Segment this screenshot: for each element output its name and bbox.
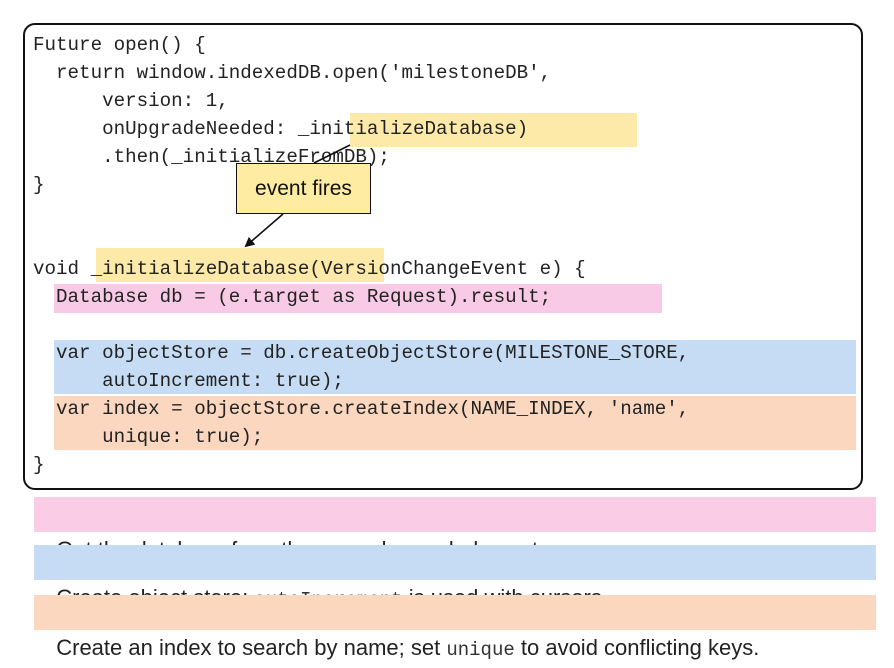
note-text: to avoid conflicting keys. [514, 635, 760, 660]
note-text: Create an index to search by name; set [56, 635, 447, 660]
note-index: Create an index to search by name; set u… [34, 595, 876, 661]
callout-label: event fires [255, 176, 352, 200]
arrow-to-function [244, 213, 284, 248]
note-database: Get the database from the upgrade needed… [34, 497, 876, 562]
event-fires-callout: event fires [236, 163, 371, 214]
arrow-from-handler [313, 144, 351, 164]
note-objectstore: Create object store; autoIncrement is us… [34, 545, 876, 611]
note-code: unique [446, 639, 515, 661]
